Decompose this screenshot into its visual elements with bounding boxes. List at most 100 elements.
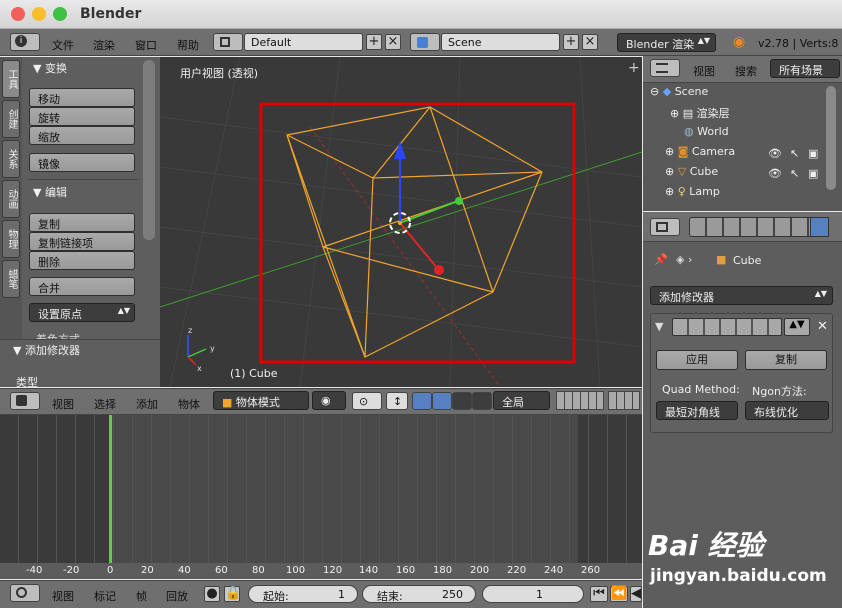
- rotate-manipulator-icon[interactable]: [452, 392, 472, 410]
- pin-icon[interactable]: 📌: [654, 253, 668, 266]
- end-frame-field[interactable]: 结束: 250: [362, 585, 476, 603]
- apply-modifier-button[interactable]: 应用: [656, 350, 738, 370]
- join-button[interactable]: 合并: [29, 277, 135, 296]
- properties-context-tabs[interactable]: [689, 217, 829, 237]
- tool-scrollbar[interactable]: [143, 60, 155, 240]
- menu-file[interactable]: 文件: [52, 37, 74, 53]
- add-scene-icon[interactable]: +: [563, 34, 579, 50]
- menu-window[interactable]: 窗口: [135, 37, 157, 53]
- start-frame-field[interactable]: 起始: 1: [248, 585, 358, 603]
- rotate-button[interactable]: 旋转: [29, 107, 135, 126]
- layout-field[interactable]: Default: [244, 33, 363, 51]
- outliner-scrollbar[interactable]: [826, 86, 836, 190]
- tab-relations[interactable]: 关系: [2, 140, 20, 178]
- render-camera-icon[interactable]: ▣: [808, 167, 818, 180]
- gizmo-toggle[interactable]: ↕: [386, 392, 408, 410]
- layers-grid[interactable]: [556, 391, 604, 410]
- set-origin-select[interactable]: 设置原点 ▲▼: [29, 303, 135, 322]
- outliner-menu-search[interactable]: 搜索: [735, 63, 757, 79]
- prev-keyframe-icon[interactable]: ⏪: [610, 586, 628, 602]
- maximize-window-button[interactable]: [53, 7, 67, 21]
- editor-type-button[interactable]: i: [10, 33, 40, 51]
- orientation-select[interactable]: 全局: [493, 391, 550, 410]
- tl-menu-frame[interactable]: 帧: [136, 588, 147, 604]
- modifier-wrench-icon[interactable]: [810, 217, 829, 237]
- edit-section-title[interactable]: ▼ 编辑: [33, 184, 67, 200]
- mirror-button[interactable]: 镜像: [29, 153, 135, 172]
- render-camera-icon[interactable]: ▣: [808, 147, 818, 160]
- outliner-item-scene[interactable]: ⊖ ◆ Scene: [650, 85, 708, 104]
- tab-grease-pencil[interactable]: 蜡笔: [2, 260, 20, 298]
- outliner-item-renderlayers[interactable]: ⊕ ▤ 渲染层: [670, 105, 730, 124]
- vp-menu-object[interactable]: 物体: [178, 396, 200, 412]
- move-up-down-icon[interactable]: ▲▼: [784, 318, 810, 336]
- menu-render[interactable]: 渲染: [93, 37, 115, 53]
- minimize-window-button[interactable]: [32, 7, 46, 21]
- operator-panel-title[interactable]: ▼ 添加修改器: [13, 342, 80, 358]
- duplicate-linked-button[interactable]: 复制链接项: [29, 232, 135, 251]
- x-gizmo-handle[interactable]: [434, 265, 444, 275]
- tl-menu-marker[interactable]: 标记: [94, 588, 116, 604]
- translate-manipulator-icon[interactable]: [412, 392, 432, 410]
- layout-icon-button[interactable]: [213, 33, 243, 51]
- remove-modifier-icon[interactable]: ✕: [817, 319, 828, 334]
- move-manipulator-icon[interactable]: [432, 392, 452, 410]
- outliner-item-lamp[interactable]: ⊕ ♀ Lamp: [665, 185, 720, 197]
- tab-animation[interactable]: 动画: [2, 180, 20, 218]
- current-frame-field[interactable]: 1: [482, 585, 584, 603]
- layers-grid-2[interactable]: [608, 391, 640, 410]
- shading-select[interactable]: ◉: [312, 391, 346, 410]
- cursor-select-icon[interactable]: ↖: [790, 147, 799, 160]
- quad-method-select[interactable]: 最短对角线: [656, 401, 738, 420]
- transform-section-title[interactable]: ▼ 变换: [33, 60, 67, 76]
- delete-button[interactable]: 删除: [29, 251, 135, 270]
- viewport-editor-type[interactable]: [10, 392, 40, 410]
- play-reverse-icon[interactable]: ◀: [630, 586, 642, 602]
- vp-menu-view[interactable]: 视图: [52, 396, 74, 412]
- outliner-item-cube[interactable]: ⊕ ▽ Cube: [665, 165, 718, 184]
- 3d-viewport[interactable]: z y x 用户视图 (透视) (1) Cube: [160, 57, 642, 387]
- properties-editor-type[interactable]: [650, 218, 680, 236]
- render-engine-select[interactable]: Blender 渲染 ▲▼: [617, 33, 716, 52]
- vp-menu-select[interactable]: 选择: [94, 396, 116, 412]
- record-icon[interactable]: ●: [204, 586, 220, 602]
- vp-menu-add[interactable]: 添加: [136, 396, 158, 412]
- tl-menu-view[interactable]: 视图: [52, 588, 74, 604]
- tab-tools[interactable]: 工具: [2, 60, 20, 98]
- collapse-triangle-icon[interactable]: ▼: [655, 320, 663, 333]
- scene-icon-button[interactable]: [410, 33, 440, 51]
- outliner-item-world[interactable]: ◍ World: [684, 125, 729, 144]
- properties-toggle-icon[interactable]: +: [628, 60, 640, 76]
- cursor-select-icon[interactable]: ↖: [790, 167, 799, 180]
- remove-scene-icon[interactable]: ×: [582, 34, 598, 50]
- timeline-editor-type[interactable]: [10, 584, 40, 602]
- outliner-item-camera[interactable]: ⊕ ◙ Camera: [665, 145, 735, 164]
- add-layout-icon[interactable]: +: [366, 34, 382, 50]
- duplicate-button[interactable]: 复制: [29, 213, 135, 232]
- tab-physics[interactable]: 物理: [2, 220, 20, 258]
- scale-button[interactable]: 缩放: [29, 126, 135, 145]
- eye-icon[interactable]: 👁: [768, 167, 782, 180]
- eye-icon[interactable]: 👁: [768, 147, 782, 160]
- modifier-toggle-icons[interactable]: [672, 318, 782, 336]
- close-window-button[interactable]: [11, 7, 25, 21]
- outliner-menu-view[interactable]: 视图: [693, 63, 715, 79]
- copy-modifier-button[interactable]: 复制: [745, 350, 827, 370]
- scene-field[interactable]: Scene: [441, 33, 560, 51]
- lock-icon[interactable]: 🔒: [224, 586, 241, 602]
- frame-cursor[interactable]: [109, 415, 112, 565]
- remove-layout-icon[interactable]: ×: [385, 34, 401, 50]
- mode-select[interactable]: ■ 物体模式: [213, 391, 309, 410]
- tl-menu-playback[interactable]: 回放: [166, 588, 188, 604]
- add-modifier-select[interactable]: 添加修改器 ▲▼: [650, 286, 833, 305]
- outliner-editor-type[interactable]: [650, 59, 680, 77]
- pivot-select[interactable]: ⊙: [352, 392, 382, 410]
- outliner-display-select[interactable]: 所有场景: [770, 59, 840, 78]
- jump-start-icon[interactable]: ⏮: [590, 586, 608, 602]
- scale-manipulator-icon[interactable]: [472, 392, 492, 410]
- menu-help[interactable]: 帮助: [177, 37, 199, 53]
- y-gizmo-handle[interactable]: [455, 197, 463, 205]
- ngon-method-select[interactable]: 布线优化: [745, 401, 829, 420]
- move-button[interactable]: 移动: [29, 88, 135, 107]
- tab-create[interactable]: 创建: [2, 100, 20, 138]
